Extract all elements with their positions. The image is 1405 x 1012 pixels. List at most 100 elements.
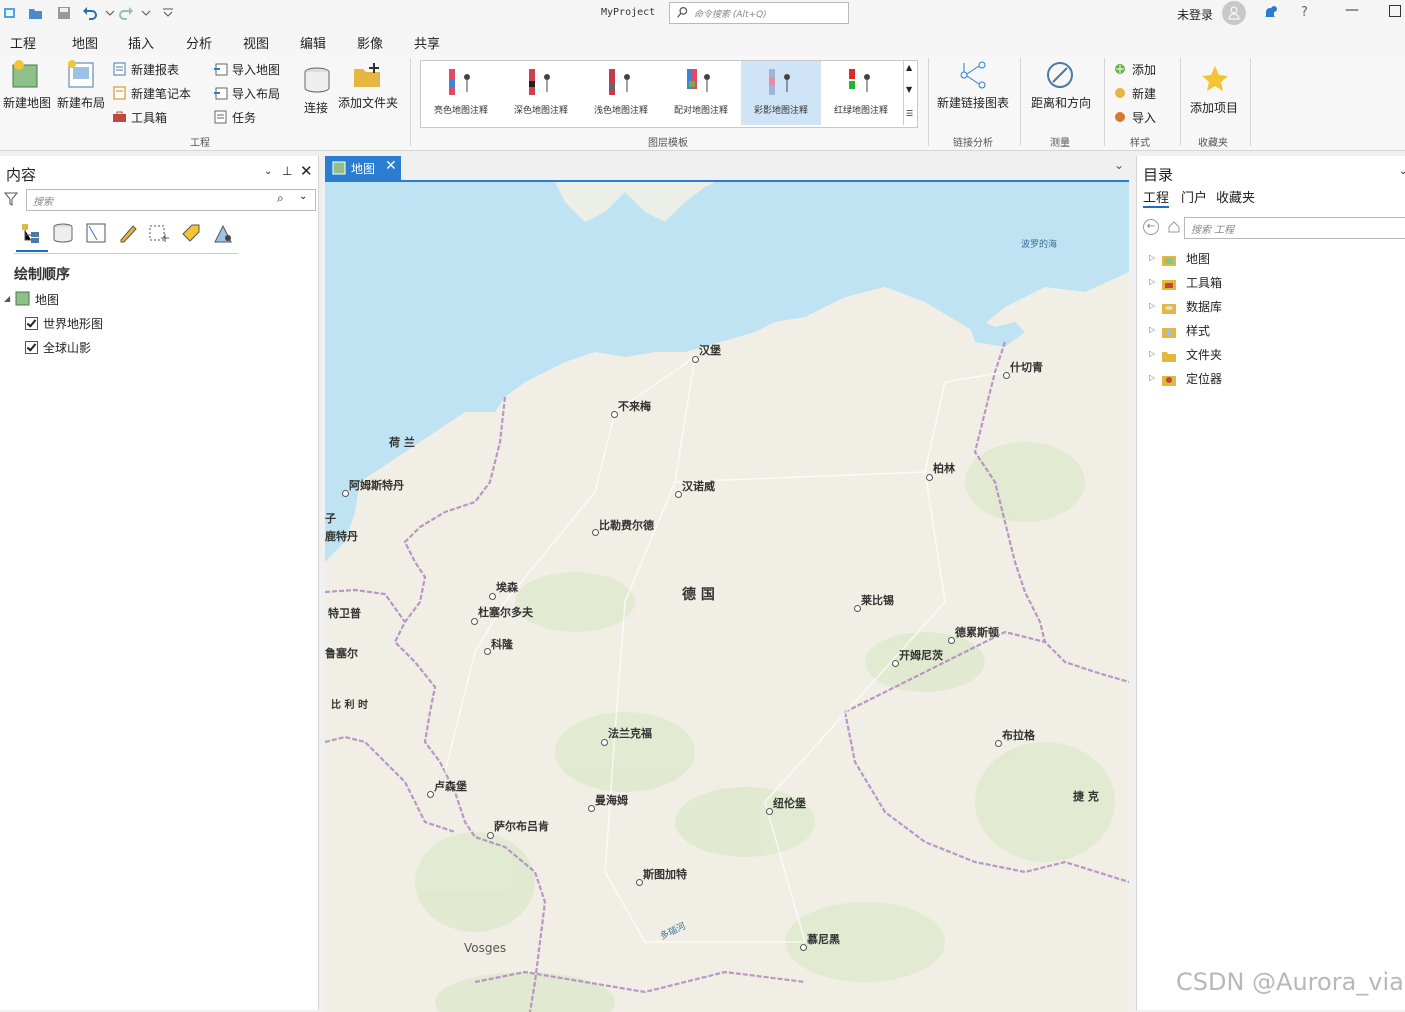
list-by-perspective-icon[interactable] (212, 222, 234, 244)
filter-icon[interactable] (4, 192, 18, 206)
open-project-icon[interactable] (28, 5, 44, 21)
close-icon[interactable]: ✕ (300, 162, 313, 180)
new-link-chart-button[interactable]: 新建链接图表 (937, 94, 1009, 111)
template-item[interactable]: 亮色地图注释 (421, 61, 501, 125)
link-chart-icon[interactable] (958, 60, 988, 90)
catalog-item-maps[interactable]: 地图 (1186, 250, 1210, 267)
chevron-down-icon[interactable]: ▼ (906, 85, 912, 94)
list-by-source-icon[interactable] (52, 222, 74, 244)
template-item[interactable]: 红绿地图注释 (821, 61, 901, 125)
layer-item-hillshade[interactable]: 全球山影 (43, 339, 91, 356)
expand-arrow-icon[interactable]: ▷ (1149, 253, 1155, 262)
task-button[interactable]: 任务 (232, 109, 256, 126)
catalog-tab-favorites[interactable]: 收藏夹 (1216, 187, 1255, 206)
connect-button[interactable]: 连接 (304, 99, 328, 116)
add-style-button[interactable]: 添加 (1132, 61, 1156, 78)
chevron-down-icon[interactable]: ⌄ (299, 191, 307, 202)
tab-map[interactable]: 地图 (72, 33, 98, 52)
layer-visibility-checkbox[interactable] (25, 317, 38, 330)
map-tree-item[interactable]: 地图 (35, 291, 59, 308)
layer-visibility-checkbox[interactable] (25, 341, 38, 354)
back-icon[interactable]: ← (1143, 219, 1159, 235)
layer-item-world-topo[interactable]: 世界地形图 (43, 315, 103, 332)
tab-project[interactable]: 工程 (10, 33, 36, 52)
tab-analysis[interactable]: 分析 (186, 33, 212, 52)
new-map-icon[interactable] (11, 59, 41, 89)
contents-search-input[interactable]: 搜索 ⌕ ⌄ (26, 189, 316, 211)
expand-arrow-icon[interactable]: ▷ (1149, 301, 1155, 310)
catalog-tab-project[interactable]: 工程 (1143, 187, 1170, 208)
distance-direction-button[interactable]: 距离和方向 (1031, 94, 1091, 111)
chevron-down-icon[interactable] (102, 5, 118, 21)
tab-share[interactable]: 共享 (414, 33, 440, 52)
catalog-item-toolboxes[interactable]: 工具箱 (1186, 274, 1222, 291)
catalog-tab-portal[interactable]: 门户 (1181, 187, 1207, 206)
expand-arrow-icon[interactable]: ▷ (1149, 349, 1155, 358)
chevron-down-icon[interactable]: ⌄ (1399, 166, 1405, 177)
new-report-button[interactable]: 新建报表 (131, 61, 179, 78)
expand-arrow-icon[interactable]: ▷ (1149, 325, 1155, 334)
undo-icon[interactable] (82, 5, 98, 21)
catalog-item-locators[interactable]: 定位器 (1186, 370, 1222, 387)
catalog-search-input[interactable]: 搜索 工程 (1184, 217, 1405, 239)
list-by-snapping-icon[interactable] (148, 222, 170, 244)
minimize-icon[interactable]: — (1345, 2, 1359, 18)
new-notebook-button[interactable]: 新建笔记本 (131, 85, 191, 102)
import-map-button[interactable]: 导入地图 (232, 61, 280, 78)
gallery-scrollbar[interactable]: ▲ ▼ ☰ (903, 61, 917, 125)
customize-toolbar-icon[interactable] (160, 5, 176, 21)
catalog-item-folders[interactable]: 文件夹 (1186, 346, 1222, 363)
tab-insert[interactable]: 插入 (128, 33, 155, 56)
distance-direction-icon[interactable] (1045, 60, 1075, 90)
database-icon[interactable] (302, 66, 332, 96)
template-item[interactable]: 配对地图注释 (661, 61, 741, 125)
add-folder-button[interactable]: 添加文件夹 (338, 94, 398, 111)
tab-map-view[interactable]: 地图 ✕ (325, 156, 401, 180)
new-layout-icon[interactable] (65, 59, 95, 89)
collapse-arrow-icon[interactable]: ◢ (4, 294, 10, 303)
catalog-item-styles[interactable]: 样式 (1186, 322, 1210, 339)
avatar[interactable] (1222, 1, 1246, 25)
pin-icon[interactable]: ⊥ (282, 164, 292, 178)
template-item-selected[interactable]: 彩影地图注释 (741, 61, 821, 125)
list-by-labeling-icon[interactable] (180, 222, 202, 244)
pane-splitter[interactable] (1129, 180, 1136, 1010)
new-layout-button[interactable]: 新建布局 (57, 94, 105, 111)
list-by-selection-icon[interactable] (85, 222, 107, 244)
tab-imagery[interactable]: 影像 (357, 33, 383, 52)
add-folder-icon[interactable] (352, 61, 382, 91)
notification-bell-icon[interactable] (1262, 5, 1278, 21)
redo-icon[interactable] (118, 5, 134, 21)
tab-view[interactable]: 视图 (243, 33, 269, 52)
help-icon[interactable]: ? (1301, 5, 1308, 20)
login-status[interactable]: 未登录 (1177, 6, 1213, 23)
home-icon[interactable] (1168, 221, 1180, 233)
chevron-up-icon[interactable]: ▲ (906, 63, 912, 72)
template-item[interactable]: 深色地图注释 (501, 61, 581, 125)
star-icon[interactable] (1200, 64, 1230, 94)
import-layout-button[interactable]: 导入布局 (232, 85, 280, 102)
list-by-editing-icon[interactable] (117, 222, 139, 244)
tab-edit[interactable]: 编辑 (300, 33, 326, 52)
map-view[interactable]: 波罗的海 汉堡 不来梅 什切青 荷 兰 阿姆斯特丹 汉诺威 柏林 比勒费尔德 子… (325, 180, 1129, 1012)
search-icon[interactable]: ⌕ (277, 191, 284, 206)
new-project-icon[interactable] (2, 5, 18, 21)
command-search-input[interactable]: 命令搜索 (Alt+Q) (669, 2, 849, 24)
chevron-down-icon[interactable] (138, 5, 154, 21)
catalog-item-databases[interactable]: 数据库 (1186, 298, 1222, 315)
close-icon[interactable]: ✕ (385, 158, 397, 174)
template-item[interactable]: 浅色地图注释 (581, 61, 661, 125)
toolbox-button[interactable]: 工具箱 (131, 109, 167, 126)
save-project-icon[interactable] (56, 5, 72, 21)
new-style-button[interactable]: 新建 (1132, 85, 1156, 102)
gallery-expand-icon[interactable]: ☰ (906, 109, 913, 118)
expand-arrow-icon[interactable]: ▷ (1149, 277, 1155, 286)
import-style-button[interactable]: 导入 (1132, 109, 1156, 126)
maximize-icon[interactable] (1389, 5, 1401, 17)
list-by-drawing-order-icon[interactable] (20, 222, 42, 244)
chevron-down-icon[interactable]: ⌄ (264, 166, 272, 177)
chevron-down-icon[interactable]: ⌄ (1114, 158, 1124, 172)
expand-arrow-icon[interactable]: ▷ (1149, 373, 1155, 382)
add-item-button[interactable]: 添加项目 (1190, 99, 1238, 116)
new-map-button[interactable]: 新建地图 (3, 94, 51, 111)
